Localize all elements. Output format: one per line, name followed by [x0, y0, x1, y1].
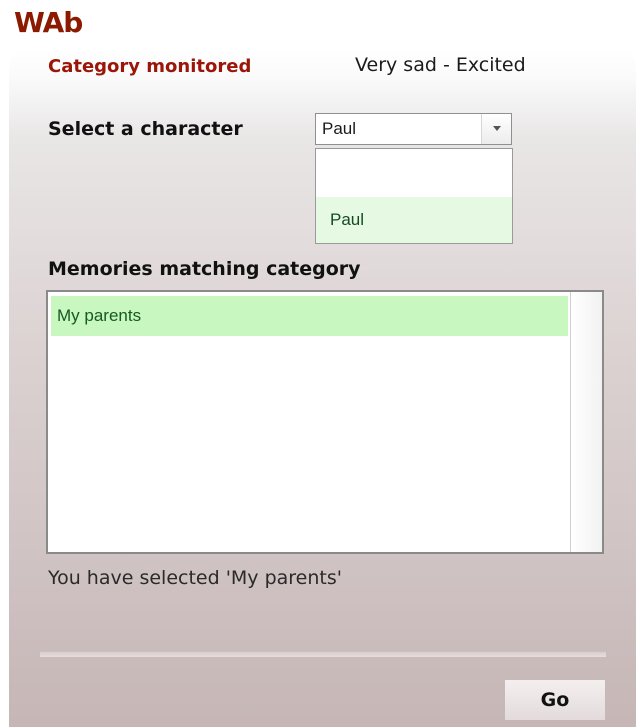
select-character-label: Select a character — [48, 118, 243, 140]
chevron-down-icon — [492, 126, 501, 131]
dropdown-option-paul[interactable]: Paul — [316, 197, 512, 243]
selection-status-text: You have selected 'My parents' — [48, 567, 342, 589]
memories-label: Memories matching category — [48, 258, 361, 280]
category-label: Category monitored — [48, 56, 252, 77]
character-select[interactable]: Paul — [315, 113, 512, 145]
go-button[interactable]: Go — [505, 680, 605, 720]
app-window: WAb Category monitored Very sad - Excite… — [0, 0, 636, 727]
dropdown-arrow-button[interactable] — [481, 114, 511, 144]
divider — [40, 651, 606, 657]
memories-list[interactable]: My parents — [46, 290, 604, 554]
list-item[interactable]: My parents — [51, 296, 568, 336]
category-value: Very sad - Excited — [355, 54, 526, 76]
character-dropdown-list: Paul — [315, 148, 513, 244]
app-title: WAb — [14, 6, 83, 39]
scrollbar[interactable] — [570, 292, 602, 552]
character-select-value: Paul — [322, 119, 357, 138]
dropdown-option-empty[interactable] — [316, 149, 512, 195]
